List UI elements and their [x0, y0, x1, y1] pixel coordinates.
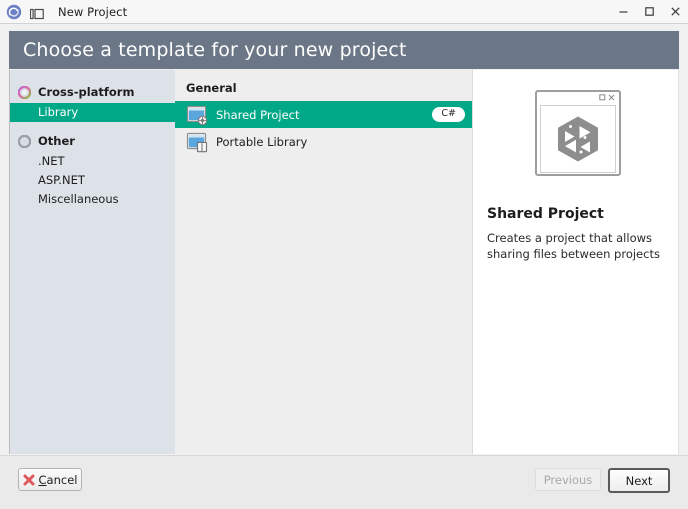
template-name: Portable Library [216, 134, 308, 149]
preview-canvas [540, 105, 616, 173]
close-button[interactable] [662, 1, 688, 23]
sidebar-item-library[interactable]: Library [10, 103, 175, 122]
page-title: Choose a template for your new project [23, 39, 407, 61]
sidebar-group-label: Other [38, 134, 75, 148]
sidebar-item-label: .NET [38, 154, 65, 168]
portable-library-icon [186, 131, 208, 153]
shared-project-icon [186, 104, 208, 126]
unity-cube-window-preview-icon [535, 90, 621, 176]
cancel-label-rest: ancel [46, 472, 78, 487]
next-button[interactable]: Next [608, 468, 670, 493]
cross-platform-ring-icon [18, 85, 31, 99]
title-bar: New Project [0, 0, 688, 24]
cancel-button[interactable]: Cancel [18, 468, 82, 491]
language-badge: C# [432, 107, 465, 122]
preview-description: Creates a project that allows sharing fi… [487, 231, 660, 261]
category-sidebar: Cross-platform Library Other .NET ASP.NE… [10, 70, 175, 454]
template-row-shared-project[interactable]: Shared Project C# [175, 101, 472, 128]
other-ring-icon [18, 134, 31, 148]
preview-image-wrap [487, 90, 669, 176]
sidebar-item-aspnet[interactable]: ASP.NET [10, 171, 175, 190]
cancel-accelerator: C [38, 472, 47, 487]
cancel-button-label: Cancel [39, 473, 78, 487]
sidebar-item-label: Library [38, 105, 79, 119]
template-name: Shared Project [216, 107, 300, 122]
maximize-button[interactable] [636, 1, 662, 23]
new-project-dialog: New Project Choose a template for your n… [0, 0, 688, 509]
minimize-button[interactable] [610, 1, 636, 23]
dialog-header: Choose a template for your new project [9, 31, 679, 69]
monodevelop-app-icon [6, 4, 22, 20]
sidebar-item-label: ASP.NET [38, 173, 85, 187]
sidebar-group-other[interactable]: Other [10, 130, 175, 152]
preview-title: Shared Project [487, 206, 604, 222]
sidebar-item-miscellaneous[interactable]: Miscellaneous [10, 190, 175, 209]
list-section-header: General [186, 81, 237, 95]
sidebar-group-cross-platform[interactable]: Cross-platform [10, 81, 175, 103]
window-title: New Project [58, 4, 128, 19]
pane-layout-icon[interactable] [29, 5, 44, 19]
red-x-icon [23, 474, 35, 486]
sidebar-item-dotnet[interactable]: .NET [10, 152, 175, 171]
template-list-pane: General Shared Project C# Portable Libra… [175, 70, 473, 454]
preview-window-controls [599, 94, 615, 101]
sidebar-item-label: Miscellaneous [38, 192, 119, 206]
previous-button[interactable]: Previous [535, 468, 601, 491]
unity-cube-glyph [558, 116, 598, 162]
dialog-body: Cross-platform Library Other .NET ASP.NE… [9, 70, 679, 454]
template-row-portable-library[interactable]: Portable Library [175, 128, 472, 155]
sidebar-group-label: Cross-platform [38, 85, 135, 99]
template-preview-pane: Shared Project Creates a project that al… [473, 70, 678, 454]
